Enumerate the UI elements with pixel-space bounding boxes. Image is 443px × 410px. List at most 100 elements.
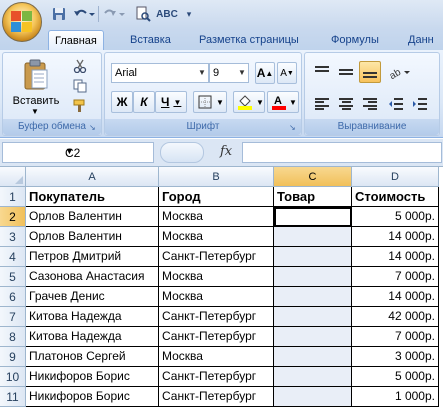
cell-d11[interactable]: 1 000р. [352,387,439,407]
format-painter-icon[interactable] [71,97,89,115]
row-header-8[interactable]: 8 [0,327,26,347]
orientation-button[interactable]: ab [385,61,415,83]
cell-a5[interactable]: Сазонова Анастасия [26,267,159,287]
column-header-b[interactable]: B [159,167,274,187]
font-size-dropdown-icon[interactable]: ▼ [236,64,248,82]
cell-c4[interactable] [274,247,352,267]
cell-b3[interactable]: Москва [159,227,274,247]
cell-d6[interactable]: 14 000р. [352,287,439,307]
fill-color-button[interactable]: ▼ [233,91,265,113]
cell-c8[interactable] [274,327,352,347]
cell-d7[interactable]: 42 000р. [352,307,439,327]
select-all-corner[interactable] [0,167,26,187]
cell-a6[interactable]: Грачев Денис [26,287,159,307]
cut-icon[interactable] [71,57,89,75]
name-box[interactable]: C2 ▼ [2,142,154,163]
cell-b5[interactable]: Москва [159,267,274,287]
cell-b9[interactable]: Москва [159,347,274,367]
name-box-dropdown-icon[interactable]: ▼ [65,146,151,156]
redo-icon[interactable] [102,4,126,24]
cell-c2[interactable] [274,207,352,227]
header-cell-a[interactable]: Покупатель [26,187,159,207]
formula-bar-resize-handle[interactable] [160,142,204,163]
paste-button[interactable]: Вставить ▼ [11,57,61,116]
column-header-d[interactable]: D [352,167,439,187]
cell-d5[interactable]: 7 000р. [352,267,439,287]
shrink-font-button[interactable]: A ▼ [277,62,297,84]
cell-d9[interactable]: 3 000р. [352,347,439,367]
cell-d2[interactable]: 5 000р. [352,207,439,227]
font-launcher-icon[interactable]: ↘ [289,123,298,132]
bold-button[interactable]: Ж [111,91,133,113]
cell-c10[interactable] [274,367,352,387]
insert-function-icon[interactable]: fx [220,144,232,159]
cell-c7[interactable] [274,307,352,327]
cell-b4[interactable]: Санкт-Петербург [159,247,274,267]
cell-a4[interactable]: Петров Дмитрий [26,247,159,267]
align-top-button[interactable] [311,61,333,83]
save-icon[interactable] [50,4,68,24]
cell-a7[interactable]: Китова Надежда [26,307,159,327]
align-center-button[interactable] [335,93,357,115]
paste-dropdown-icon[interactable]: ▼ [31,107,39,116]
cell-b2[interactable]: Москва [159,207,274,227]
decrease-indent-button[interactable] [385,93,407,115]
row-header-5[interactable]: 5 [0,267,26,287]
cell-c11[interactable] [274,387,352,407]
cell-d3[interactable]: 14 000р. [352,227,439,247]
cell-b8[interactable]: Санкт-Петербург [159,327,274,347]
copy-icon[interactable] [71,77,89,95]
spelling-icon[interactable]: ABC [156,4,178,24]
office-button[interactable] [2,2,42,42]
align-right-button[interactable] [359,93,381,115]
cell-a10[interactable]: Никифоров Борис [26,367,159,387]
tab-page-layout[interactable]: Разметка страницы [193,30,305,50]
column-header-c[interactable]: C [274,167,352,187]
formula-input[interactable] [242,142,442,163]
cell-b7[interactable]: Санкт-Петербург [159,307,274,327]
row-header-7[interactable]: 7 [0,307,26,327]
cell-c6[interactable] [274,287,352,307]
cell-d4[interactable]: 14 000р. [352,247,439,267]
row-header-6[interactable]: 6 [0,287,26,307]
tab-insert[interactable]: Вставка [124,30,177,50]
cell-a11[interactable]: Никифоров Борис [26,387,159,407]
cell-c5[interactable] [274,267,352,287]
column-header-a[interactable]: A [26,167,159,187]
cell-b11[interactable]: Санкт-Петербург [159,387,274,407]
undo-icon[interactable] [72,4,96,24]
tab-home[interactable]: Главная [48,30,104,50]
header-cell-c[interactable]: Товар [274,187,352,207]
clipboard-launcher-icon[interactable]: ↘ [89,123,98,132]
cell-a9[interactable]: Платонов Сергей [26,347,159,367]
cell-a3[interactable]: Орлов Валентин [26,227,159,247]
tab-data[interactable]: Данн [402,30,440,50]
grow-font-button[interactable]: A ▲ [255,62,275,84]
header-cell-b[interactable]: Город [159,187,274,207]
row-header-9[interactable]: 9 [0,347,26,367]
font-name-combo[interactable]: Arial ▼ [111,63,209,83]
print-preview-icon[interactable] [134,4,152,24]
increase-indent-button[interactable] [409,93,431,115]
cell-a2[interactable]: Орлов Валентин [26,207,159,227]
align-left-button[interactable] [311,93,333,115]
worksheet-grid[interactable]: A B C D 1 Покупатель Город Товар Стоимость 2 Орлов… [0,167,443,410]
customize-qa-icon[interactable]: ▾ [182,4,196,24]
cell-b6[interactable]: Москва [159,287,274,307]
row-header-1[interactable]: 1 [0,187,26,207]
header-cell-d[interactable]: Стоимость [352,187,439,207]
cell-d10[interactable]: 5 000р. [352,367,439,387]
cell-b10[interactable]: Санкт-Петербург [159,367,274,387]
cell-d8[interactable]: 7 000р. [352,327,439,347]
cell-c9[interactable] [274,347,352,367]
cell-a8[interactable]: Китова Надежда [26,327,159,347]
row-header-11[interactable]: 11 [0,387,26,407]
row-header-4[interactable]: 4 [0,247,26,267]
underline-button[interactable]: Ч ▼ [155,91,187,113]
borders-button[interactable]: ▼ [193,91,227,113]
row-header-10[interactable]: 10 [0,367,26,387]
tab-formulas[interactable]: Формулы [325,30,385,50]
font-color-button[interactable]: A ▼ [267,91,299,113]
font-name-dropdown-icon[interactable]: ▼ [196,64,208,82]
align-middle-button[interactable] [335,61,357,83]
